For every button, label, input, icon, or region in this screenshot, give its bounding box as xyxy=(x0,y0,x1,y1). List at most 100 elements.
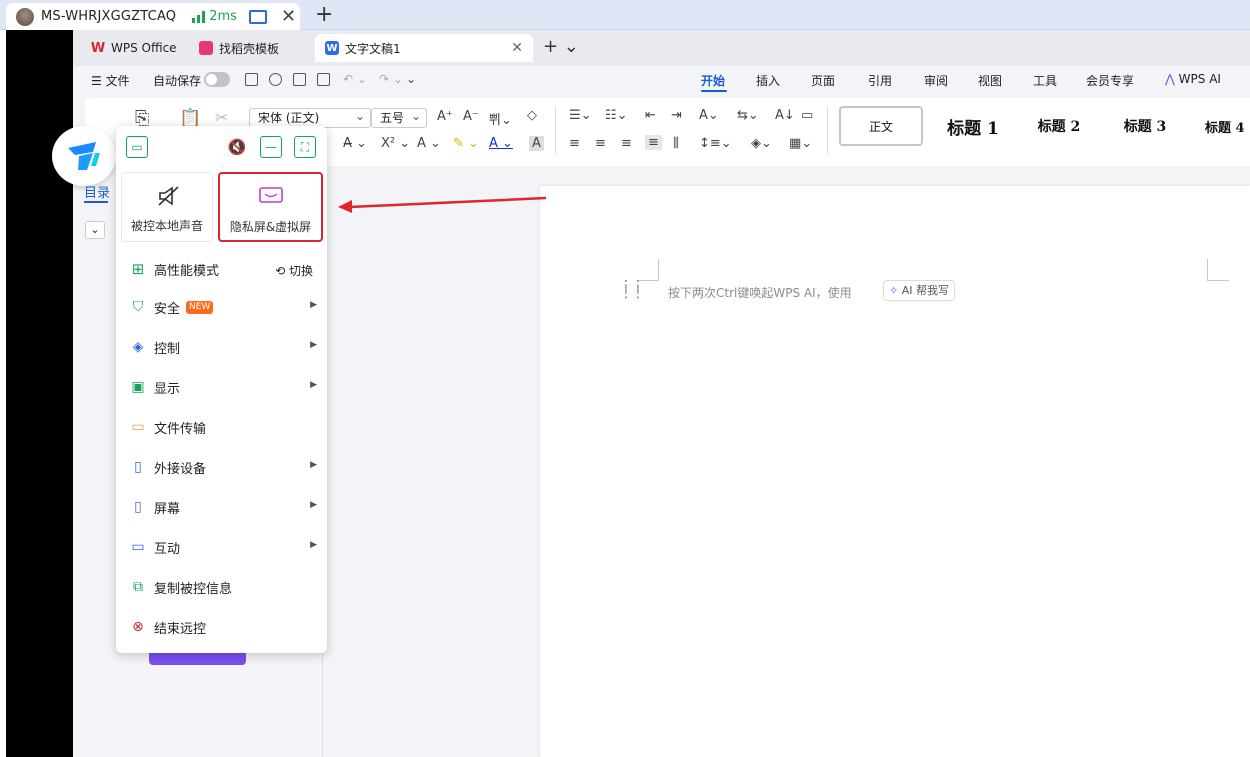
nav-collapse-button[interactable]: ⌄ xyxy=(85,221,105,239)
tab-review[interactable]: 审阅 xyxy=(924,72,948,89)
tab-page[interactable]: 页面 xyxy=(811,72,835,89)
highlight-icon[interactable]: ✎ ⌄ xyxy=(453,136,479,151)
print-icon[interactable] xyxy=(293,73,306,86)
monitor-check-icon[interactable]: ▭ xyxy=(126,136,148,158)
font-size-select[interactable]: 五号 xyxy=(371,107,427,128)
align-center-icon[interactable]: ≡ xyxy=(595,136,606,151)
remote-screen-icon[interactable] xyxy=(248,9,267,24)
style-heading-1[interactable]: 标题 1 xyxy=(937,106,1009,146)
redo-icon[interactable]: ↷ ⌄ xyxy=(379,72,403,86)
align-left-icon[interactable]: ≡ xyxy=(569,136,580,151)
tab-document[interactable]: W 文字文稿1 ✕ xyxy=(315,34,533,62)
divider xyxy=(827,106,828,154)
undo-icon[interactable]: ↶ ⌄ xyxy=(343,72,367,86)
ai-write-label: AI 帮我写 xyxy=(901,284,949,297)
decrease-indent-icon[interactable]: ⇤ xyxy=(645,108,656,123)
style-normal[interactable]: 正文 xyxy=(839,106,923,146)
remote-session-tab[interactable]: MS-WHRJXGGZTCAQ 2ms ✕ xyxy=(6,3,300,30)
menu-copy-info-label: 复制被控信息 xyxy=(154,581,233,597)
line-break-icon[interactable]: ⇆⌄ xyxy=(737,108,759,123)
document-page[interactable]: ⋮⋮ ⋮⋮ 按下两次Ctrl键唤起WPS AI，使用 ✧ AI 帮我写 xyxy=(540,186,1250,757)
menu-screen-label: 屏幕 xyxy=(154,501,181,517)
tab-references[interactable]: 引用 xyxy=(868,72,892,89)
close-icon[interactable]: ✕ xyxy=(281,7,296,26)
style-heading-4[interactable]: 标题 4 xyxy=(1205,106,1250,146)
tab-label: WPS Office xyxy=(111,41,177,55)
switch-mode-button[interactable]: ⟲ 切换 xyxy=(275,262,313,279)
mute-icon[interactable]: 🔇 xyxy=(226,136,248,158)
switch-label: 切换 xyxy=(288,264,313,278)
new-session-plus-icon[interactable]: + xyxy=(315,2,333,27)
menu-end-session[interactable]: ⊗ 结束远控 xyxy=(116,608,327,646)
tab-wps-ai-label: WPS AI xyxy=(1178,72,1221,86)
shading-icon[interactable]: ◈⌄ xyxy=(751,136,772,151)
sort-icon[interactable]: A↓ xyxy=(775,108,795,123)
bullets-icon[interactable]: ☰⌄ xyxy=(569,108,592,123)
tab-wps-office[interactable]: W WPS Office xyxy=(81,34,181,62)
style-heading-3[interactable]: 标题 3 xyxy=(1115,106,1175,146)
numbering-icon[interactable]: ☷⌄ xyxy=(605,108,628,123)
tab-tools[interactable]: 工具 xyxy=(1033,72,1057,89)
fullscreen-icon[interactable]: ⛶ xyxy=(294,136,316,158)
file-menu[interactable]: ☰ 文件 xyxy=(91,72,130,89)
char-shading-icon[interactable]: A xyxy=(529,136,544,151)
external-device-icon: ▯ xyxy=(134,459,142,475)
remote-session-bar: MS-WHRJXGGZTCAQ 2ms ✕ + xyxy=(0,0,1250,30)
menu-copy-info[interactable]: ⧉ 复制被控信息 xyxy=(116,568,327,606)
text-direction-icon[interactable]: A⌄ xyxy=(699,108,719,123)
grow-font-icon[interactable]: A⁺ xyxy=(437,109,453,124)
new-tab-plus-icon[interactable]: + ⌄ xyxy=(543,36,579,57)
tab-label: 文字文稿1 xyxy=(345,41,401,56)
menu-interaction[interactable]: ▭ 互动 ▶ xyxy=(116,528,327,566)
show-marks-icon[interactable]: ▭ xyxy=(801,108,813,123)
minimize-icon[interactable]: — xyxy=(260,136,282,158)
shrink-font-icon[interactable]: A⁻ xyxy=(463,109,479,124)
close-tab-icon[interactable]: ✕ xyxy=(511,40,523,56)
clear-format-icon[interactable]: ◇ xyxy=(527,108,537,123)
export-icon[interactable] xyxy=(269,73,282,86)
menu-external-device-label: 外接设备 xyxy=(154,461,207,477)
strikethrough-icon[interactable]: A̶ ⌄ xyxy=(343,136,367,151)
autosave-toggle[interactable] xyxy=(204,72,230,87)
remote-control-logo[interactable] xyxy=(52,126,116,186)
save-icon[interactable] xyxy=(245,73,258,86)
justify-icon[interactable]: ≡ xyxy=(645,135,662,150)
menu-file-transfer-label: 文件传输 xyxy=(154,421,207,437)
font-color-icon[interactable]: A ⌄ xyxy=(489,136,513,151)
privacy-screen-label: 隐私屏&虚拟屏 xyxy=(229,220,312,234)
tab-view[interactable]: 视图 xyxy=(978,72,1002,89)
menu-file-transfer[interactable]: ▭ 文件传输 xyxy=(116,408,327,446)
tab-docer-templates[interactable]: 找稻壳模板 xyxy=(189,34,301,62)
borders-icon[interactable]: ▦⌄ xyxy=(789,136,812,151)
divider xyxy=(555,106,556,154)
style-heading-2[interactable]: 标题 2 xyxy=(1029,106,1089,146)
grid-icon: ⊞ xyxy=(131,260,145,278)
drag-handle-icon[interactable]: ⋮⋮ ⋮⋮ xyxy=(619,279,645,300)
increase-indent-icon[interactable]: ⇥ xyxy=(671,108,682,123)
more-chevron-icon[interactable]: ⌄ xyxy=(406,72,416,86)
ai-sparkle-icon: ✧ xyxy=(889,284,899,297)
template-icon xyxy=(199,41,213,55)
local-sound-button[interactable]: 被控本地声音 xyxy=(121,172,213,242)
menu-security[interactable]: ⛉ 安全 NEW ▶ xyxy=(116,288,327,326)
phonetic-icon[interactable]: 쀠⌄ xyxy=(489,109,512,128)
align-right-icon[interactable]: ≡ xyxy=(621,136,632,151)
menu-external-device[interactable]: ▯ 外接设备 ▶ xyxy=(116,448,327,486)
high-performance-mode[interactable]: ⊞ 高性能模式 ⟲ 切换 xyxy=(116,250,327,288)
menu-screen[interactable]: ▯ 屏幕 ▶ xyxy=(116,488,327,526)
cut-icon[interactable]: ✂ xyxy=(215,108,228,127)
privacy-screen-button[interactable]: 隐私屏&虚拟屏 xyxy=(218,172,323,242)
font-name-select[interactable]: 宋体 (正文) xyxy=(249,107,371,128)
menu-display[interactable]: ▣ 显示 ▶ xyxy=(116,368,327,406)
tab-insert[interactable]: 插入 xyxy=(756,72,780,89)
menu-control[interactable]: ◈ 控制 ▶ xyxy=(116,328,327,366)
text-effect-icon[interactable]: A ⌄ xyxy=(417,136,441,151)
distribute-icon[interactable]: ⫼ xyxy=(673,136,679,151)
tab-member[interactable]: 会员专享 xyxy=(1086,72,1134,89)
superscript-icon[interactable]: X² ⌄ xyxy=(381,136,410,151)
tab-start[interactable]: 开始 xyxy=(701,72,725,89)
line-spacing-icon[interactable]: ↕≡⌄ xyxy=(699,136,732,151)
print-preview-icon[interactable] xyxy=(317,73,330,86)
ai-write-button[interactable]: ✧ AI 帮我写 xyxy=(883,280,955,301)
tab-wps-ai[interactable]: ⋀ WPS AI xyxy=(1165,72,1221,86)
